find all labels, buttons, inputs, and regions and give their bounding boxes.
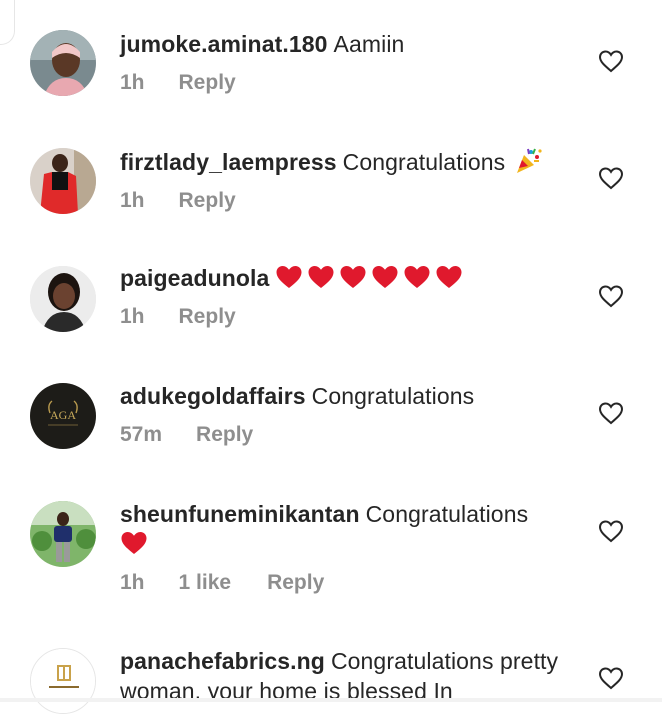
reply-button[interactable]: Reply xyxy=(267,569,324,597)
like-heart-icon[interactable] xyxy=(598,401,624,425)
avatar[interactable]: AGA xyxy=(30,383,96,449)
comment-username[interactable]: paigeadunola xyxy=(120,265,269,291)
red-heart-icon xyxy=(371,264,399,290)
comment-time: 1h xyxy=(120,305,145,328)
red-heart-icon xyxy=(307,264,335,290)
avatar[interactable] xyxy=(30,266,96,332)
comment-time: 1h xyxy=(120,189,145,212)
comment-text: paigeadunola xyxy=(120,263,582,293)
like-heart-icon[interactable] xyxy=(598,519,624,543)
comment-meta: 1h Reply xyxy=(120,303,582,331)
comment-text: jumoke.aminat.180 Aamiin xyxy=(120,29,582,59)
comment-time: 57m xyxy=(120,423,163,446)
comment-message: Congratulations xyxy=(365,501,529,527)
comment-text: adukegoldaffairs Congratulations xyxy=(120,381,582,411)
comment-text: sheunfuneminikantan Congratulations xyxy=(120,499,582,559)
heart-emoji-row xyxy=(120,531,152,557)
comment-body: firztlady_laempress Congratulations 1h Rep… xyxy=(120,146,582,215)
like-heart-icon[interactable] xyxy=(598,284,624,308)
party-popper-icon xyxy=(513,146,543,176)
avatar[interactable] xyxy=(30,501,96,567)
avatar[interactable] xyxy=(30,648,96,714)
likes-count-button[interactable]: 1 like xyxy=(179,569,232,597)
reply-button[interactable]: Reply xyxy=(179,187,236,215)
comment-message: Congratulations xyxy=(342,149,506,175)
comment-meta: 1h Reply xyxy=(120,69,582,97)
heart-emoji-row xyxy=(275,265,467,291)
comment-message: Aamiin xyxy=(333,31,405,57)
comment-body: sheunfuneminikantan Congratulations 1h 1 l… xyxy=(120,499,582,597)
aga-logo-text: AGA xyxy=(50,408,76,422)
comment-body: panachefabrics.ng Congratulations pretty … xyxy=(120,646,582,698)
comment-username[interactable]: sheunfuneminikantan xyxy=(120,501,360,527)
comment-username[interactable]: firztlady_laempress xyxy=(120,149,337,175)
like-heart-icon[interactable] xyxy=(598,166,624,190)
comment-time: 1h xyxy=(120,571,145,594)
comment-text: firztlady_laempress Congratulations xyxy=(120,146,582,177)
red-heart-icon xyxy=(339,264,367,290)
red-heart-icon xyxy=(403,264,431,290)
reply-button[interactable]: Reply xyxy=(179,69,236,97)
comment-meta: 57m Reply xyxy=(120,421,582,449)
comment-meta: 1h Reply xyxy=(120,187,582,215)
red-heart-icon xyxy=(275,264,303,290)
red-heart-icon xyxy=(435,264,463,290)
bottom-divider xyxy=(0,698,662,702)
comment-time: 1h xyxy=(120,71,145,94)
comment-body: jumoke.aminat.180 Aamiin 1h Reply xyxy=(120,29,582,97)
comment-body: paigeadunola 1h Reply xyxy=(120,263,582,331)
avatar[interactable] xyxy=(30,30,96,96)
comment-body: adukegoldaffairs Congratulations 57m Reply xyxy=(120,381,582,449)
comments-list: jumoke.aminat.180 Aamiin 1h Reply firztl… xyxy=(0,0,662,714)
reply-button[interactable]: Reply xyxy=(196,421,253,449)
comment-meta: 1h 1 like Reply xyxy=(120,569,582,597)
red-heart-icon xyxy=(120,530,148,556)
reply-button[interactable]: Reply xyxy=(179,303,236,331)
comment-username[interactable]: jumoke.aminat.180 xyxy=(120,31,328,57)
comment-username[interactable]: adukegoldaffairs xyxy=(120,383,306,409)
comment-text: panachefabrics.ng Congratulations pretty … xyxy=(120,646,582,698)
comment-username[interactable]: panachefabrics.ng xyxy=(120,648,325,674)
like-heart-icon[interactable] xyxy=(598,666,624,690)
avatar[interactable] xyxy=(30,148,96,214)
comment-message: Congratulations xyxy=(311,383,475,409)
like-heart-icon[interactable] xyxy=(598,49,624,73)
